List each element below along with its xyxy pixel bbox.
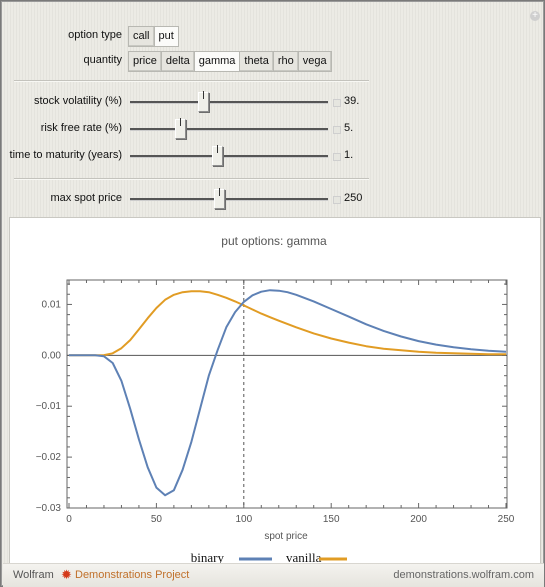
plot-frame <box>66 279 508 509</box>
chart-title: put options: gamma <box>221 234 327 248</box>
quantity-theta-button[interactable]: theta <box>239 51 273 72</box>
site-link[interactable]: demonstrations.wolfram.com <box>393 569 534 581</box>
wolfram-label[interactable]: Wolfram <box>13 569 54 581</box>
maturity-slider-thumb[interactable] <box>212 145 224 166</box>
maturity-value: 1. <box>344 149 354 161</box>
x-tick-label: 200 <box>410 514 427 525</box>
max-spot-label: max spot price <box>50 192 122 204</box>
expand-icon[interactable]: + <box>530 11 540 21</box>
maturity-slider[interactable] <box>130 145 328 166</box>
binary-series-line <box>69 289 507 497</box>
quantity-delta-button[interactable]: delta <box>160 51 194 72</box>
volatility-label: stock volatility (%) <box>33 95 122 107</box>
footer-bar: Wolfram ✹ Demonstrations Project demonst… <box>3 563 544 587</box>
quantity-price-button[interactable]: price <box>128 51 161 72</box>
quantity-setter: price delta gamma theta rho vega <box>128 51 332 72</box>
max-spot-slider[interactable] <box>130 188 328 209</box>
risk-free-label: risk free rate (%) <box>40 122 122 134</box>
y-tick-label: −0.02 <box>36 452 62 463</box>
gamma-chart: put options: gamma spot price 0 50 100 150 2… <box>36 234 515 565</box>
separator <box>14 178 369 180</box>
quantity-gamma-button[interactable]: gamma <box>193 51 240 72</box>
option-call-button[interactable]: call <box>128 26 154 47</box>
option-type-setter: call put <box>128 26 179 47</box>
x-axis-label: spot price <box>264 531 308 542</box>
quantity-label: quantity <box>83 54 122 66</box>
option-put-button[interactable]: put <box>153 26 179 47</box>
risk-free-slider[interactable] <box>130 118 328 139</box>
x-tick-label: 50 <box>151 514 163 525</box>
demonstrations-project-link[interactable]: Demonstrations Project <box>75 569 189 581</box>
maturity-label: time to maturity (years) <box>9 149 122 161</box>
volatility-value: 39. <box>344 95 360 107</box>
quantity-vega-button[interactable]: vega <box>297 51 332 72</box>
maturity-expand-icon[interactable] <box>333 153 341 161</box>
y-tick-label: −0.03 <box>36 503 62 514</box>
risk-free-slider-thumb[interactable] <box>174 118 186 139</box>
max-spot-slider-thumb[interactable] <box>214 188 226 209</box>
volatility-expand-icon[interactable] <box>333 99 341 107</box>
risk-free-value: 5. <box>344 122 354 134</box>
plot-panel: put options: gamma spot price 0 50 100 150 2… <box>9 217 541 569</box>
demonstration-frame: + option type call put quantity price de… <box>1 1 544 587</box>
volatility-slider-thumb[interactable] <box>198 91 210 112</box>
y-tick-label: 0.00 <box>42 350 62 361</box>
x-tick-label: 150 <box>323 514 340 525</box>
risk-free-expand-icon[interactable] <box>333 126 341 134</box>
x-tick-label: 0 <box>66 514 72 525</box>
wolfram-spikey-icon: ✹ <box>61 567 72 582</box>
y-tick-label: 0.01 <box>42 299 62 310</box>
volatility-slider[interactable] <box>130 91 328 112</box>
separator <box>14 80 369 82</box>
x-tick-label: 250 <box>498 514 515 525</box>
quantity-rho-button[interactable]: rho <box>272 51 298 72</box>
option-type-label: option type <box>68 29 122 41</box>
x-tick-label: 100 <box>235 514 252 525</box>
y-tick-label: −0.01 <box>36 401 62 412</box>
max-spot-expand-icon[interactable] <box>333 196 341 204</box>
max-spot-value: 250 <box>344 192 363 204</box>
